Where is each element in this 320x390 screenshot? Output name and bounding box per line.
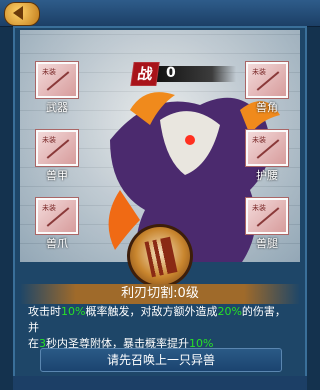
empty-slot-icon: 未装 bbox=[246, 130, 288, 166]
desc-highlight: 20% bbox=[217, 305, 242, 318]
top-bar bbox=[0, 0, 320, 27]
equip-slot-waist[interactable]: 未装 护腰 bbox=[246, 130, 288, 182]
desc-text: 在 bbox=[28, 337, 39, 350]
desc-text: 攻击时 bbox=[28, 305, 61, 318]
equip-slot-weapon[interactable]: 未装 武器 bbox=[36, 62, 78, 114]
summon-button[interactable]: 请先召唤上一只异兽 bbox=[40, 348, 282, 372]
desc-highlight: 10% bbox=[61, 305, 86, 318]
slot-label: 护腰 bbox=[256, 169, 278, 182]
slot-seal: 未装 bbox=[252, 68, 266, 76]
slot-seal: 未装 bbox=[252, 204, 266, 212]
slot-label: 兽腿 bbox=[256, 237, 278, 250]
claw-slash-icon bbox=[144, 236, 178, 278]
slot-label: 兽甲 bbox=[46, 169, 68, 182]
back-arrow-icon bbox=[13, 6, 23, 20]
power-value: 0 bbox=[166, 65, 176, 81]
slot-seal: 未装 bbox=[252, 136, 266, 144]
bottom-band bbox=[13, 376, 307, 390]
slot-label: 兽爪 bbox=[46, 237, 68, 250]
equip-slot-leg[interactable]: 未装 兽腿 bbox=[246, 198, 288, 250]
slot-label: 兽角 bbox=[256, 101, 278, 114]
empty-slot-icon: 未装 bbox=[246, 62, 288, 98]
skill-emblem[interactable] bbox=[127, 224, 193, 288]
slot-seal: 未装 bbox=[42, 204, 56, 212]
skill-description: 攻击时10%概率触发，对敌方额外造成20%的伤害，并 在3秒内圣尊附体，暴击概率… bbox=[28, 304, 294, 352]
empty-slot-icon: 未装 bbox=[36, 130, 78, 166]
slot-seal: 未装 bbox=[42, 68, 56, 76]
back-button[interactable] bbox=[4, 2, 40, 26]
equip-slot-horn[interactable]: 未装 兽角 bbox=[246, 62, 288, 114]
slot-seal: 未装 bbox=[42, 136, 56, 144]
desc-text: 概率触发，对敌方额外造成 bbox=[85, 305, 218, 318]
empty-slot-icon: 未装 bbox=[246, 198, 288, 234]
power-tag: 战 bbox=[130, 62, 160, 86]
equip-slot-claw[interactable]: 未装 兽爪 bbox=[36, 198, 78, 250]
combat-power-badge: 战 0 bbox=[130, 62, 236, 86]
empty-slot-icon: 未装 bbox=[36, 198, 78, 234]
empty-slot-icon: 未装 bbox=[36, 62, 78, 98]
slot-label: 武器 bbox=[46, 101, 68, 114]
equip-slot-armor[interactable]: 未装 兽甲 bbox=[36, 130, 78, 182]
skill-title: 利刃切割:0级 bbox=[20, 284, 300, 304]
